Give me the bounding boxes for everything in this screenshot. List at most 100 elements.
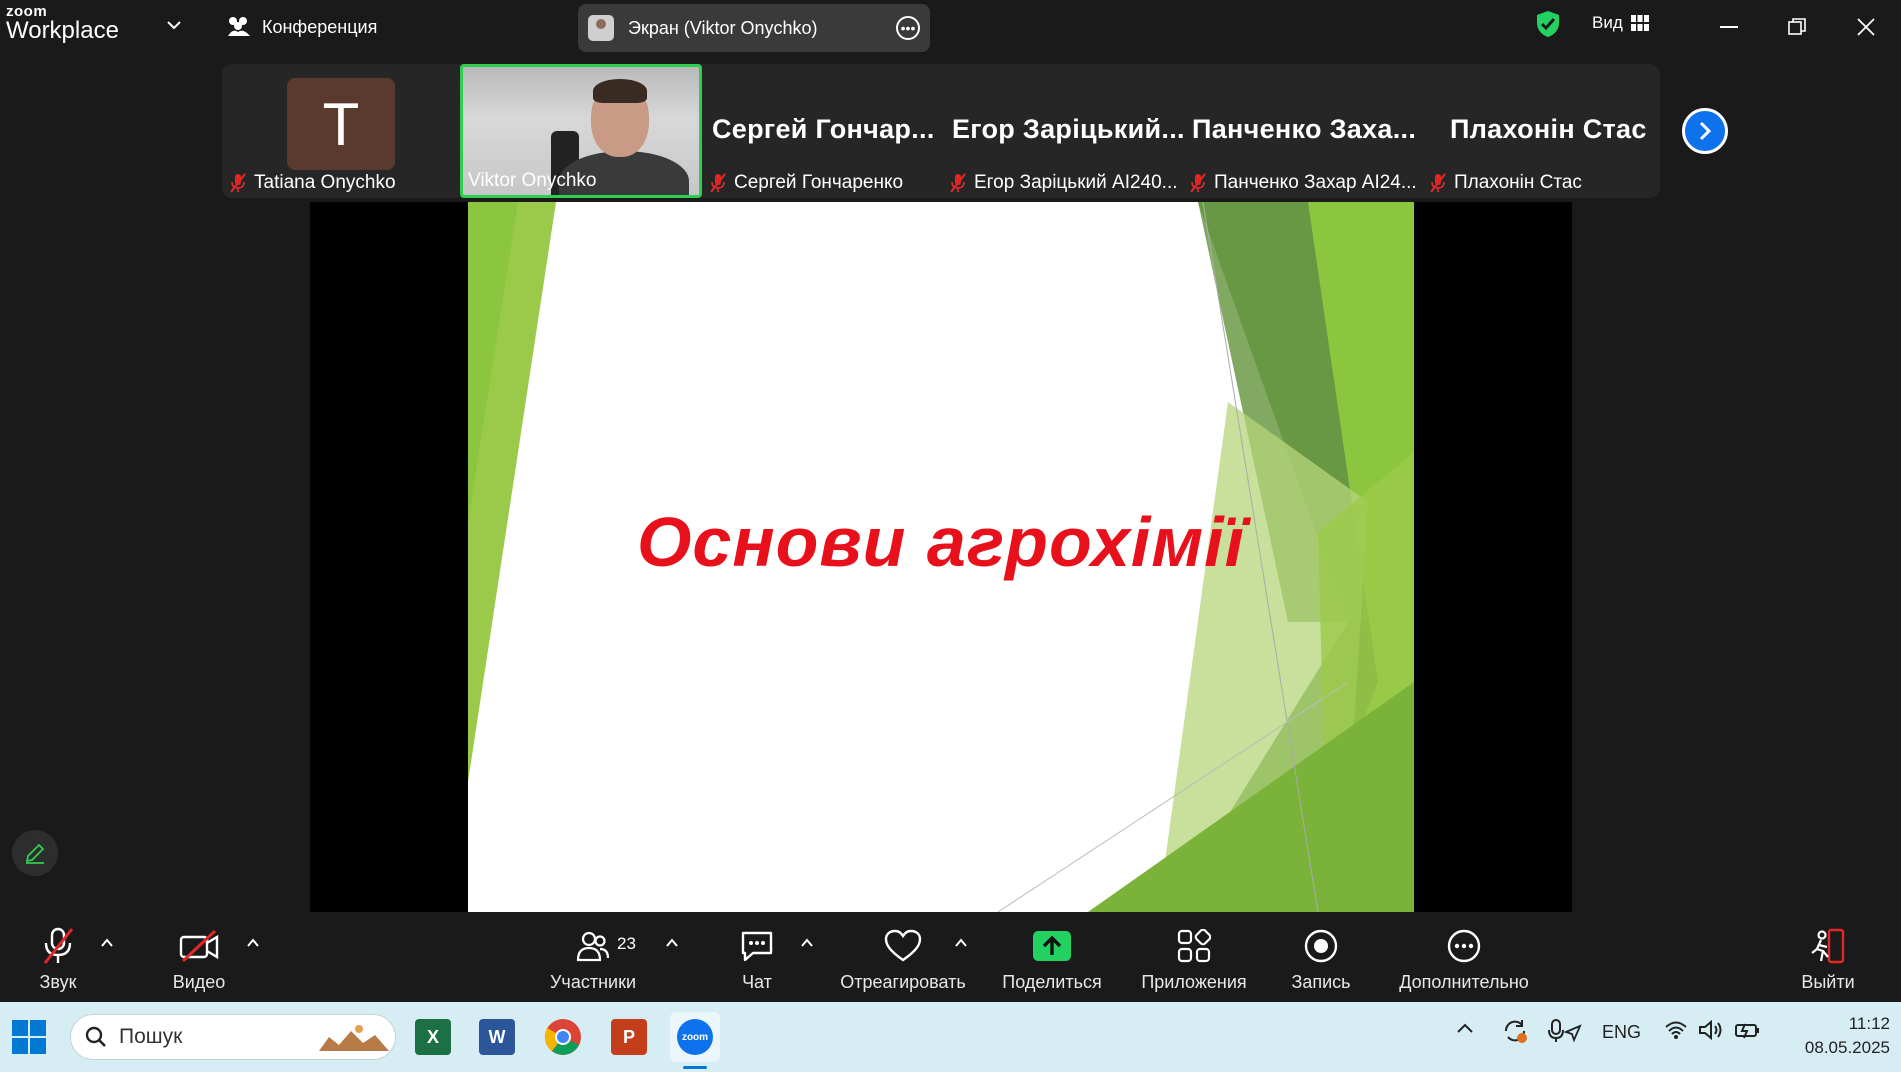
chevron-right-icon — [1699, 121, 1712, 141]
clock-date: 08.05.2025 — [1804, 1038, 1890, 1057]
people-icon — [228, 17, 250, 36]
slide-title: Основи агрохімії — [636, 503, 1246, 581]
taskbar-search[interactable]: Пошук — [70, 1014, 396, 1060]
minimize-icon[interactable] — [1712, 10, 1746, 44]
record-label: Запись — [1291, 972, 1351, 992]
sync-icon[interactable] — [1502, 1018, 1528, 1044]
share-label: Поделиться — [1002, 972, 1102, 992]
participant-label: Viktor Onychko — [468, 170, 596, 192]
chat-icon — [741, 931, 773, 962]
mic-muted-icon — [1430, 173, 1446, 193]
participant-big-name: Плахонін Стас — [1450, 114, 1647, 144]
meeting-tab[interactable]: Конференция — [226, 12, 377, 42]
view-button[interactable]: Вид — [1592, 13, 1649, 33]
react-button[interactable]: Отреагировать — [836, 912, 970, 1002]
participant-tile[interactable]: Егор Заріцький... Егор Заріцький АІ240..… — [942, 64, 1185, 198]
zoom-logo[interactable]: zoom Workplace — [6, 4, 119, 43]
presenter-avatar — [588, 15, 614, 41]
screen-share-label: Экран (Viktor Onychko) — [628, 17, 818, 38]
restore-icon[interactable] — [1780, 10, 1814, 44]
search-highlight-icon — [319, 1025, 389, 1051]
video-button[interactable]: Видео — [166, 912, 232, 1002]
participant-name: Егор Заріцький АІ240... — [974, 172, 1178, 193]
volume-icon[interactable] — [1698, 1020, 1724, 1040]
more-label: Дополнительно — [1399, 972, 1529, 992]
audio-button[interactable]: Звук — [28, 912, 88, 1002]
record-icon — [1304, 929, 1338, 963]
windows-icon — [12, 1020, 46, 1054]
start-button[interactable] — [4, 1012, 54, 1062]
presentation-slide: Основи агрохімії — [468, 202, 1414, 912]
video-off-icon — [179, 929, 219, 963]
participant-name: Сергей Гончаренко — [734, 172, 904, 193]
close-icon[interactable] — [1849, 10, 1883, 44]
taskbar-chrome[interactable] — [538, 1012, 588, 1062]
windows-taskbar: Пошук X W P zoom ENG 11:12 08.05.2025 — [0, 1002, 1901, 1072]
apps-button[interactable]: Приложения — [1136, 912, 1252, 1002]
participant-strip: T Tatiana Onychko Viktor Onychko Сергей … — [222, 64, 1660, 198]
chevron-down-icon[interactable] — [165, 16, 183, 34]
chat-label: Чат — [742, 972, 772, 992]
participant-count: 23 — [617, 934, 636, 953]
participants-label: Участники — [550, 972, 636, 992]
participant-label: Панченко Захар АІ24... — [1190, 172, 1417, 194]
video-label: Видео — [172, 972, 226, 992]
tray-overflow-icon[interactable] — [1456, 1022, 1474, 1034]
search-icon — [85, 1026, 106, 1047]
zoom-app-icon: zoom — [677, 1019, 713, 1055]
participant-name: Viktor Onychko — [468, 170, 597, 191]
mic-muted-icon — [43, 927, 74, 964]
audio-label: Звук — [39, 972, 77, 992]
chevron-up-icon[interactable] — [246, 936, 260, 950]
chevron-up-icon[interactable] — [954, 936, 968, 950]
wifi-icon[interactable] — [1664, 1020, 1688, 1040]
participants-icon — [576, 931, 610, 962]
participant-tile[interactable]: Сергей Гончар... Сергей Гончаренко — [702, 64, 942, 198]
annotate-button[interactable] — [12, 830, 58, 876]
leave-label: Выйти — [1801, 972, 1855, 992]
more-options-icon[interactable]: ••• — [896, 16, 920, 40]
apps-label: Приложения — [1141, 972, 1247, 992]
record-button[interactable]: Запись — [1286, 912, 1356, 1002]
logo-bottom: Workplace — [6, 17, 119, 44]
chat-button[interactable]: Чат — [732, 912, 782, 1002]
apps-icon — [1177, 929, 1211, 963]
participant-name: Плахонін Стас — [1454, 172, 1582, 193]
participants-button[interactable]: Участники — [546, 912, 640, 1002]
taskbar-excel[interactable]: X — [408, 1012, 458, 1062]
search-placeholder: Пошук — [119, 1025, 183, 1048]
chevron-up-icon[interactable] — [800, 936, 814, 950]
heart-icon — [884, 929, 922, 962]
next-page-button[interactable] — [1682, 108, 1728, 154]
participant-label: Егор Заріцький АІ240... — [950, 172, 1178, 194]
clock[interactable]: 11:12 08.05.2025 — [1770, 1012, 1890, 1060]
meeting-toolbar: Звук Видео Участники 23 Чат Отреагироват… — [0, 912, 1901, 1002]
share-button[interactable]: Поделиться — [1000, 912, 1104, 1002]
taskbar-word[interactable]: W — [472, 1012, 522, 1062]
taskbar-zoom[interactable]: zoom — [670, 1012, 720, 1062]
leave-button[interactable]: Выйти — [1796, 912, 1860, 1002]
participant-tile[interactable]: Плахонін Стас Плахонін Стас — [1422, 64, 1660, 198]
share-screen-icon — [1033, 931, 1071, 961]
more-button[interactable]: Дополнительно — [1394, 912, 1534, 1002]
chevron-up-icon[interactable] — [665, 936, 679, 950]
participant-big-name: Панченко Заха... — [1192, 114, 1417, 144]
mic-muted-icon — [1190, 173, 1206, 193]
participant-tile-active[interactable]: Viktor Onychko — [222, 64, 722, 198]
taskbar-powerpoint[interactable]: P — [604, 1012, 654, 1062]
mic-location-icon[interactable] — [1548, 1018, 1582, 1044]
title-bar: zoom Workplace Конференция Экран (Viktor… — [0, 0, 1901, 58]
chrome-icon — [544, 1019, 581, 1055]
screen-share-pill[interactable]: Экран (Viktor Onychko) ••• — [578, 4, 930, 52]
pencil-icon — [25, 843, 45, 864]
battery-icon[interactable] — [1734, 1020, 1762, 1040]
more-icon — [1447, 929, 1481, 963]
active-indicator — [683, 1066, 707, 1069]
participant-tile[interactable]: Панченко Заха... Панченко Захар АІ24... — [1182, 64, 1422, 198]
language-indicator[interactable]: ENG — [1602, 1022, 1641, 1043]
chevron-up-icon[interactable] — [100, 936, 114, 950]
shield-check-icon[interactable] — [1536, 10, 1560, 38]
participant-name: Панченко Захар АІ24... — [1214, 172, 1417, 193]
leave-icon — [1811, 928, 1845, 964]
participant-big-name: Егор Заріцький... — [952, 114, 1185, 144]
